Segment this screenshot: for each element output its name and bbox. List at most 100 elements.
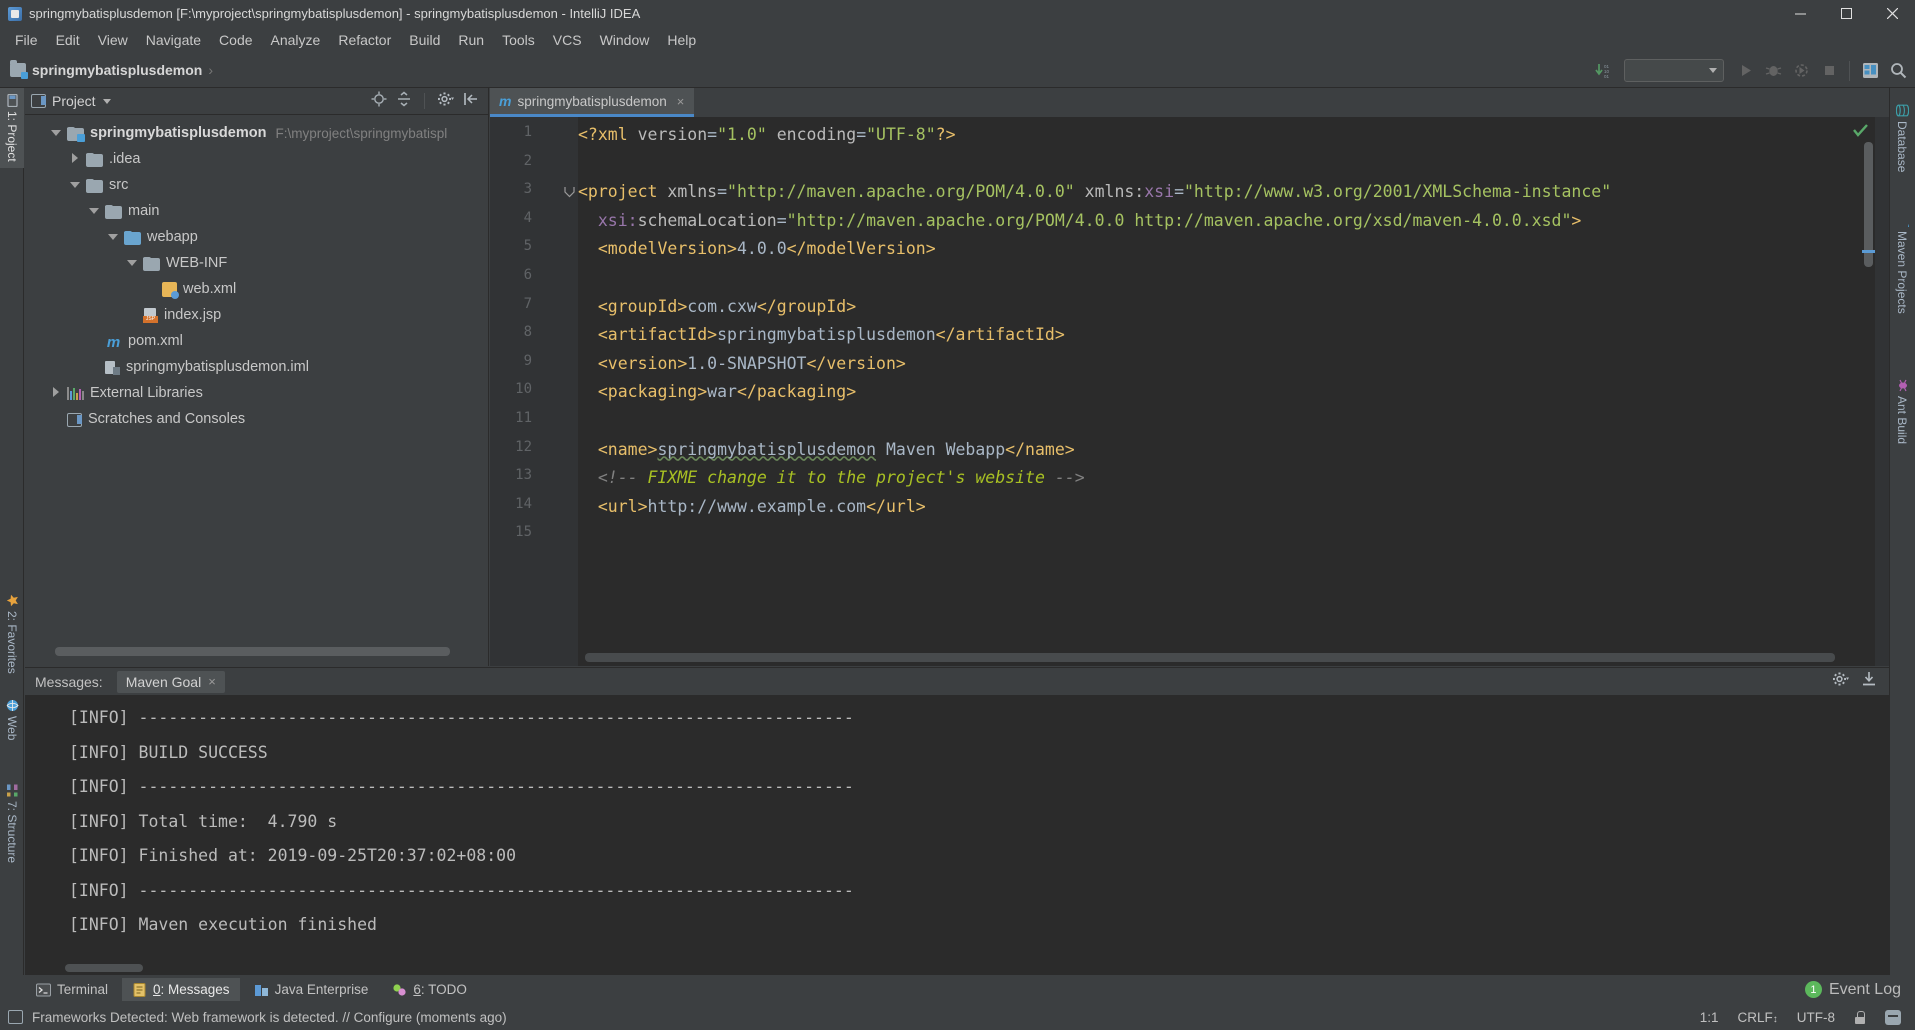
tree-node-index.jsp[interactable]: index.jsp — [25, 302, 488, 328]
close-button[interactable] — [1869, 0, 1915, 27]
code-line[interactable]: <name>springmybatisplusdemon Maven Webap… — [578, 436, 1889, 465]
menu-item-file[interactable]: File — [6, 30, 47, 50]
bottom-tab-6-todo[interactable]: 6: TODO — [382, 978, 477, 1001]
menu-item-window[interactable]: Window — [591, 30, 659, 50]
code-line[interactable]: <groupId>com.cxw</groupId> — [578, 293, 1889, 322]
menu-item-refactor[interactable]: Refactor — [329, 30, 400, 50]
project-tree[interactable]: springmybatisplusdemonF:\myproject\sprin… — [25, 116, 488, 666]
settings-gear-icon[interactable] — [437, 91, 454, 112]
tree-node-external-libraries[interactable]: External Libraries — [25, 380, 488, 406]
code-line[interactable] — [578, 521, 1889, 550]
menu-item-analyze[interactable]: Analyze — [262, 30, 330, 50]
code-line[interactable]: <version>1.0-SNAPSHOT</version> — [578, 350, 1889, 379]
chevron-down-icon[interactable] — [108, 231, 120, 243]
editor-error-stripe[interactable] — [1875, 117, 1889, 666]
code-content[interactable]: <?xml version="1.0" encoding="UTF-8"?> <… — [578, 117, 1889, 666]
chevron-down-icon[interactable] — [103, 99, 111, 104]
update-project-icon[interactable]: 011001 — [1592, 60, 1614, 82]
file-encoding[interactable]: UTF-8 — [1797, 1010, 1835, 1025]
tree-node-web.xml[interactable]: web.xml — [25, 276, 488, 302]
bottom-tab-java-enterprise[interactable]: Java Enterprise — [244, 978, 379, 1001]
sidebar-tab-database[interactable]: Database — [1889, 98, 1915, 178]
line-separator[interactable]: CRLF↕ — [1737, 1010, 1777, 1025]
collapse-all-icon[interactable] — [396, 91, 412, 112]
console-horizontal-scrollbar[interactable] — [65, 964, 143, 972]
debug-icon[interactable] — [1762, 60, 1784, 82]
code-line[interactable]: <!-- FIXME change it to the project's we… — [578, 464, 1889, 493]
tree-node-src[interactable]: src — [25, 172, 488, 198]
menu-item-help[interactable]: Help — [658, 30, 705, 50]
maven-goal-tab[interactable]: Maven Goal × — [117, 671, 225, 693]
close-icon[interactable]: × — [208, 674, 216, 689]
project-tree-horizontal-scrollbar[interactable] — [55, 647, 450, 656]
code-line[interactable]: <modelVersion>4.0.0</modelVersion> — [578, 235, 1889, 264]
menu-item-code[interactable]: Code — [210, 30, 261, 50]
menu-item-navigate[interactable]: Navigate — [137, 30, 210, 50]
chevron-down-icon[interactable] — [127, 257, 139, 269]
search-everywhere-icon[interactable] — [1887, 60, 1909, 82]
maximize-button[interactable] — [1823, 0, 1869, 27]
code-line[interactable]: <?xml version="1.0" encoding="UTF-8"?> — [578, 121, 1889, 150]
sidebar-tab-web[interactable]: Web — [0, 693, 24, 746]
tree-node-springmybatisplusdemon.iml[interactable]: springmybatisplusdemon.iml — [25, 354, 488, 380]
code-viewport[interactable]: 123456789101112131415 <?xml version="1.0… — [490, 117, 1889, 666]
settings-gear-icon[interactable] — [1832, 671, 1849, 692]
maven-console-output[interactable]: [INFO] ---------------------------------… — [25, 695, 1889, 975]
sidebar-tab-2-favorites[interactable]: 2: Favorites — [0, 588, 24, 680]
menu-item-view[interactable]: View — [89, 30, 137, 50]
sidebar-tab-maven-projects[interactable]: mMaven Projects — [1889, 208, 1915, 320]
caret-position[interactable]: 1:1 — [1700, 1010, 1719, 1025]
code-line[interactable]: <project xmlns="http://maven.apache.org/… — [578, 178, 1889, 207]
sidebar-tab-ant-build[interactable]: Ant Build — [1889, 373, 1915, 450]
code-line[interactable]: <url>http://www.example.com</url> — [578, 493, 1889, 522]
lock-icon[interactable] — [1854, 1011, 1866, 1024]
event-log-area[interactable]: 1Event Log — [1805, 981, 1915, 999]
menu-item-vcs[interactable]: VCS — [544, 30, 591, 50]
tree-node-scratches-and-consoles[interactable]: Scratches and Consoles — [25, 406, 488, 432]
editor-gutter[interactable]: 123456789101112131415 — [490, 117, 578, 666]
code-line[interactable]: <artifactId>springmybatisplusdemon</arti… — [578, 321, 1889, 350]
code-line[interactable] — [578, 407, 1889, 436]
tree-node-webapp[interactable]: webapp — [25, 224, 488, 250]
tree-node-pom.xml[interactable]: mpom.xml — [25, 328, 488, 354]
status-message[interactable]: Frameworks Detected: Web framework is de… — [32, 1010, 507, 1025]
code-fold-icon[interactable] — [564, 185, 575, 196]
code-line[interactable]: <packaging>war</packaging> — [578, 378, 1889, 407]
hide-panel-icon[interactable] — [463, 91, 479, 112]
menu-item-run[interactable]: Run — [449, 30, 493, 50]
menu-item-edit[interactable]: Edit — [47, 30, 89, 50]
run-configuration-selector[interactable] — [1624, 59, 1724, 82]
chevron-right-icon[interactable] — [51, 387, 63, 399]
run-with-coverage-icon[interactable] — [1790, 60, 1812, 82]
editor-horizontal-scrollbar[interactable] — [585, 653, 1835, 662]
inspection-face-icon[interactable] — [1885, 1010, 1901, 1025]
project-structure-icon[interactable] — [1859, 60, 1881, 82]
chevron-right-icon[interactable] — [70, 153, 82, 165]
chevron-down-icon[interactable] — [70, 179, 82, 191]
chevron-down-icon[interactable] — [89, 205, 101, 217]
breadcrumb[interactable]: springmybatisplusdemon › — [0, 62, 213, 78]
bottom-tab-0-messages[interactable]: 0: Messages — [122, 978, 240, 1001]
tree-node-main[interactable]: main — [25, 198, 488, 224]
chevron-down-icon[interactable] — [51, 127, 63, 139]
editor-vertical-scrollbar-thumb[interactable] — [1864, 142, 1873, 267]
locate-icon[interactable] — [371, 91, 387, 112]
menu-item-build[interactable]: Build — [400, 30, 449, 50]
minimize-button[interactable] — [1777, 0, 1823, 27]
code-line[interactable]: xsi:schemaLocation="http://maven.apache.… — [578, 207, 1889, 236]
tree-node-web-inf[interactable]: WEB-INF — [25, 250, 488, 276]
menu-item-tools[interactable]: Tools — [493, 30, 544, 50]
close-icon[interactable]: × — [677, 94, 685, 109]
code-line[interactable] — [578, 264, 1889, 293]
code-line[interactable] — [578, 150, 1889, 179]
run-icon[interactable] — [1734, 60, 1756, 82]
sidebar-tab-7-structure[interactable]: 7: Structure — [0, 778, 24, 869]
editor-tab-pom[interactable]: m springmybatisplusdemon × — [490, 88, 694, 117]
code-token: version — [638, 125, 708, 144]
export-icon[interactable] — [1861, 671, 1877, 692]
stop-icon[interactable] — [1818, 60, 1840, 82]
tree-node-.idea[interactable]: .idea — [25, 146, 488, 172]
sidebar-tab-1-project[interactable]: 1: Project — [0, 88, 24, 168]
bottom-tab-terminal[interactable]: Terminal — [26, 978, 118, 1001]
tree-node-springmybatisplusdemon[interactable]: springmybatisplusdemonF:\myproject\sprin… — [25, 120, 488, 146]
